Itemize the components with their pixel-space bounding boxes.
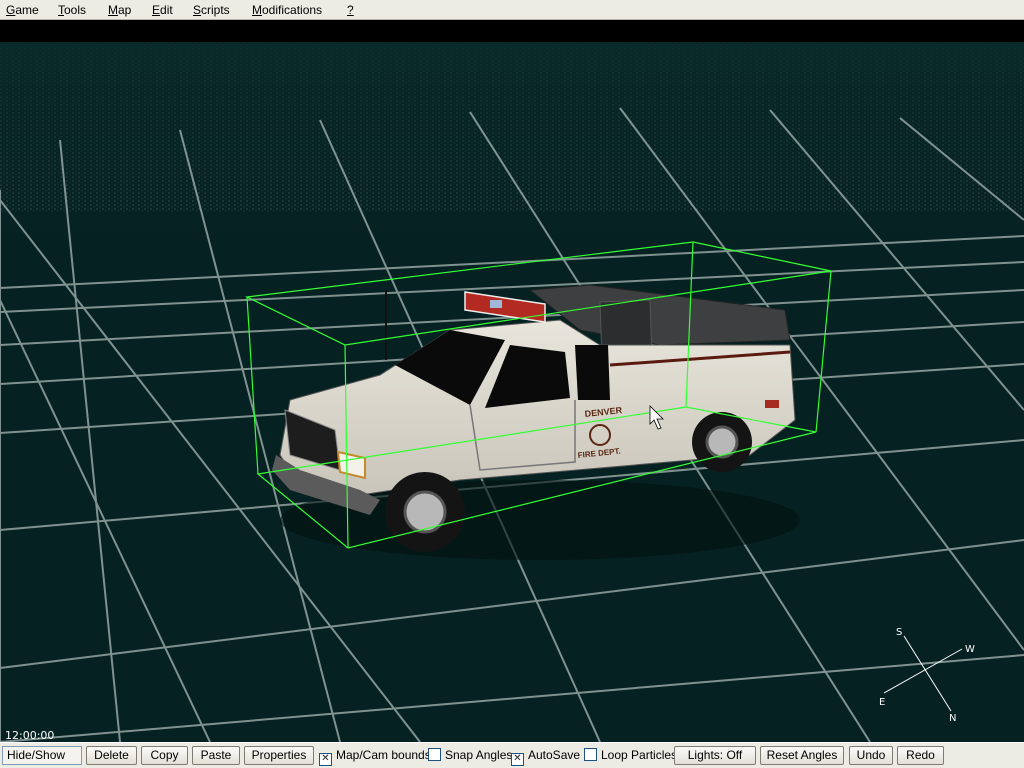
snap-angles-box[interactable] — [428, 748, 441, 761]
properties-button[interactable]: Properties — [244, 746, 314, 765]
undo-button[interactable]: Undo — [849, 746, 893, 765]
copy-button[interactable]: Copy — [141, 746, 188, 765]
menu-bar: Game Tools Map Edit Scripts Modification… — [0, 0, 1024, 20]
autosave-label: AutoSave — [528, 748, 581, 762]
map-cam-bounds-checkbox[interactable]: ✕ Map/Cam bounds — [319, 748, 431, 766]
editor-window: Game Tools Map Edit Scripts Modification… — [0, 0, 1024, 768]
menu-modifications[interactable]: Modifications — [252, 3, 322, 17]
snap-angles-checkbox[interactable]: Snap Angles — [428, 748, 512, 764]
paste-button[interactable]: Paste — [192, 746, 240, 765]
map-cam-bounds-label: Map/Cam bounds — [336, 748, 431, 762]
map-cam-bounds-check-icon[interactable]: ✕ — [319, 753, 332, 766]
loop-particles-checkbox[interactable]: Loop Particles — [584, 748, 677, 764]
light-bar-blue — [490, 300, 502, 308]
rear-window — [575, 345, 610, 400]
reset-angles-button[interactable]: Reset Angles — [760, 746, 844, 765]
compass-e: E — [879, 697, 885, 708]
menu-scripts[interactable]: Scripts — [193, 3, 230, 17]
lights-toggle-button[interactable]: Lights: Off — [674, 746, 756, 765]
menu-help[interactable]: ? — [347, 3, 354, 17]
compass-w: W — [965, 644, 975, 655]
3d-viewport[interactable]: DENVER FIRE DEPT. S W E N — [0, 42, 1024, 742]
game-clock: 12:00:00 — [5, 729, 55, 742]
autosave-checkbox[interactable]: ✕ AutoSave — [511, 748, 581, 766]
menu-game[interactable]: Game — [6, 3, 39, 17]
hide-show-dropdown[interactable]: Hide/Show — [2, 746, 82, 765]
menu-tools[interactable]: Tools — [58, 3, 86, 17]
compass-n: N — [949, 713, 956, 724]
autosave-check-icon[interactable]: ✕ — [511, 753, 524, 766]
compass-s: S — [896, 627, 902, 638]
loop-particles-box[interactable] — [584, 748, 597, 761]
snap-angles-label: Snap Angles — [445, 748, 513, 762]
loop-particles-label: Loop Particles — [601, 748, 678, 762]
editor-toolbar: Hide/Show Delete Copy Paste Properties ✕… — [0, 742, 1024, 768]
viewport-top-band — [0, 20, 1024, 42]
tail-light — [765, 400, 779, 408]
redo-button[interactable]: Redo — [897, 746, 944, 765]
menu-edit[interactable]: Edit — [152, 3, 173, 17]
delete-button[interactable]: Delete — [86, 746, 137, 765]
menu-map[interactable]: Map — [108, 3, 131, 17]
scene-canvas: DENVER FIRE DEPT. S W E N — [0, 42, 1024, 742]
